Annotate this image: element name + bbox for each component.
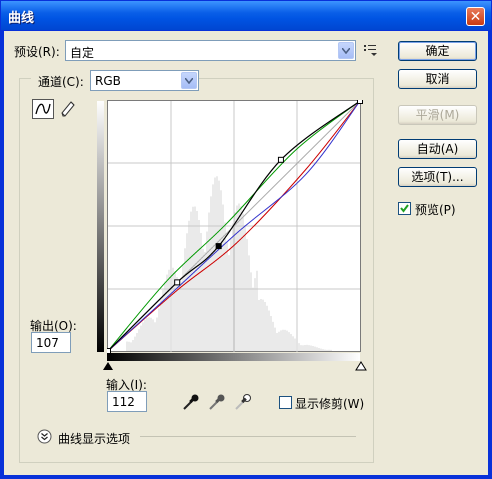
white-point-slider-icon[interactable] — [355, 361, 367, 371]
curve-tool-button[interactable] — [32, 99, 54, 119]
white-eyedropper-icon[interactable] — [233, 392, 253, 412]
chevron-down-icon[interactable] — [181, 72, 197, 89]
options-button[interactable]: 选项(T)... — [398, 167, 477, 187]
control-point[interactable] — [357, 100, 363, 104]
channel-value: RGB — [95, 74, 121, 88]
separator-line — [140, 436, 356, 437]
pencil-tool-icon[interactable] — [59, 99, 77, 119]
preset-select[interactable]: 自定 — [65, 40, 356, 61]
output-value: 107 — [36, 336, 59, 350]
curve-graph[interactable] — [107, 100, 363, 354]
curve-tool-icon — [35, 103, 51, 115]
window-title: 曲线 — [8, 11, 35, 26]
smooth-button[interactable]: 平滑(M) — [398, 105, 477, 125]
control-point[interactable] — [277, 156, 284, 163]
input-gradient-bar — [107, 353, 360, 361]
preview-label[interactable]: 预览(P) — [415, 201, 456, 218]
channel-label: 通道(C): — [38, 75, 84, 89]
close-button[interactable]: ✕ — [466, 7, 485, 26]
preset-value: 自定 — [70, 46, 95, 60]
output-gradient-bar — [97, 101, 104, 352]
gray-eyedropper-icon[interactable] — [207, 392, 227, 412]
black-eyedropper-icon[interactable] — [181, 392, 201, 412]
dialog-body: 预设(R): 自定 确定 取消 平滑(M) 自动(A) 选项(T)... 预览(… — [4, 31, 488, 475]
show-clipping-label[interactable]: 显示修剪(W) — [295, 395, 364, 412]
title-bar[interactable]: 曲线 ✕ — [1, 1, 491, 30]
expand-icon[interactable] — [37, 429, 52, 444]
show-clipping-checkbox[interactable] — [279, 396, 292, 409]
cancel-button[interactable]: 取消 — [398, 69, 477, 89]
ok-button[interactable]: 确定 — [398, 41, 477, 61]
preview-checkbox[interactable] — [398, 202, 411, 215]
black-point-slider-icon[interactable] — [102, 361, 114, 371]
curves-dialog: 曲线 ✕ 预设(R): 自定 确定 取消 平滑(M) 自动(A) 选项(T)..… — [0, 0, 492, 479]
channel-select[interactable]: RGB — [90, 70, 199, 91]
preset-label: 预设(R): — [14, 45, 60, 59]
input-field[interactable]: 112 — [107, 391, 147, 412]
auto-button[interactable]: 自动(A) — [398, 139, 477, 159]
preset-menu-icon[interactable] — [364, 44, 378, 56]
curve-display-options-label[interactable]: 曲线显示选项 — [58, 430, 130, 447]
input-value: 112 — [112, 395, 135, 409]
control-point[interactable] — [174, 279, 181, 286]
chevron-down-icon[interactable] — [338, 42, 354, 59]
selected-control-point[interactable] — [215, 243, 222, 250]
output-field[interactable]: 107 — [31, 332, 71, 353]
